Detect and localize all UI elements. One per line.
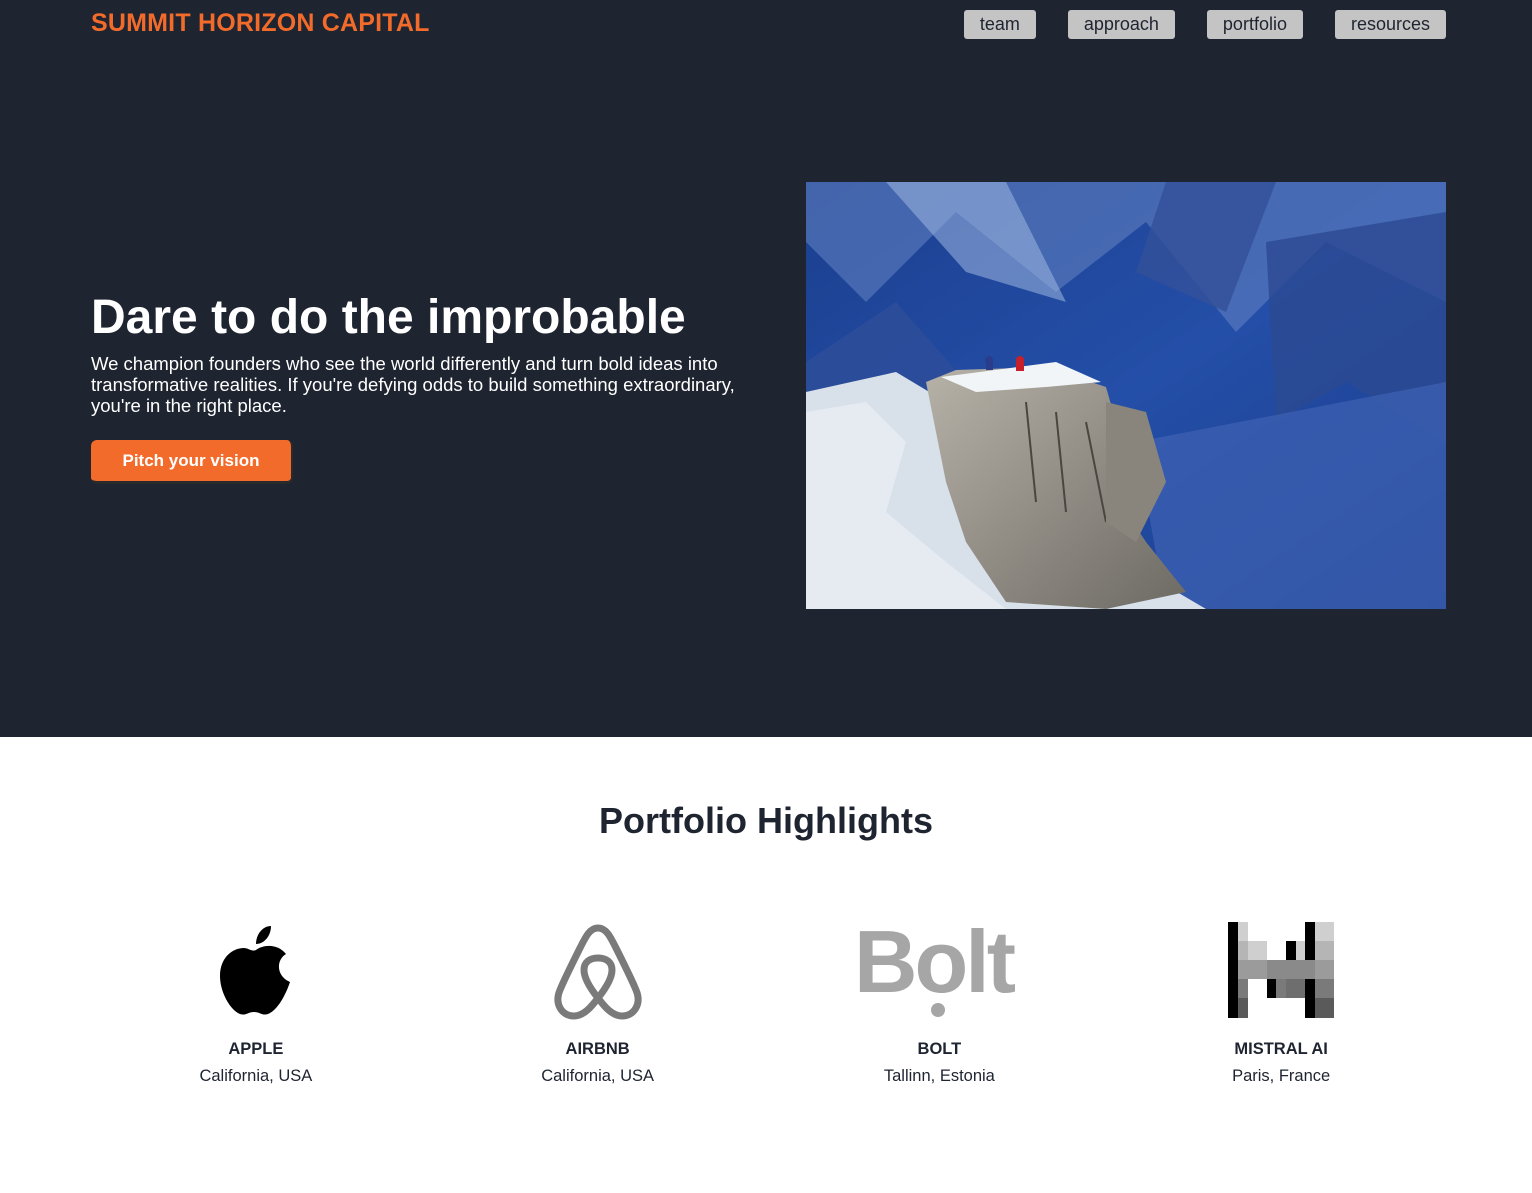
portfolio-companies: APPLE California, USA AIRBNB California,… <box>85 918 1452 1086</box>
company-name: AIRBNB <box>565 1040 630 1058</box>
bolt-logo-text: Bolt <box>854 920 1016 1011</box>
pitch-vision-button[interactable]: Pitch your vision <box>91 440 293 484</box>
portfolio-company-airbnb[interactable]: AIRBNB California, USA <box>427 918 769 1086</box>
main-nav: team approach portfolio resources <box>963 10 1446 39</box>
portfolio-highlights-title: Portfolio Highlights <box>599 800 933 841</box>
company-name: MISTRAL AI <box>1234 1040 1328 1058</box>
portfolio-company-mistral[interactable]: MISTRAL AI Paris, France <box>1110 918 1452 1086</box>
hero-mountain-image <box>806 182 1446 609</box>
apple-logo <box>216 918 296 1022</box>
company-location: California, USA <box>541 1067 655 1085</box>
nav-resources-button[interactable]: resources <box>1334 10 1446 39</box>
company-name: BOLT <box>917 1040 962 1058</box>
company-name: APPLE <box>228 1040 284 1058</box>
brand-logo[interactable]: SUMMIT HORIZON CAPITAL <box>91 9 430 38</box>
company-location: California, USA <box>199 1067 313 1085</box>
hero-section: SUMMIT HORIZON CAPITAL team approach por… <box>0 0 1532 737</box>
portfolio-company-bolt[interactable]: Bolt BOLT Tallinn, Estonia <box>769 918 1111 1086</box>
bolt-logo: Bolt <box>854 918 1024 1022</box>
company-location: Paris, France <box>1232 1067 1331 1085</box>
nav-approach-button[interactable]: approach <box>1067 10 1175 39</box>
portfolio-company-apple[interactable]: APPLE California, USA <box>85 918 427 1086</box>
nav-portfolio-button[interactable]: portfolio <box>1206 10 1303 39</box>
nav-team-button[interactable]: team <box>963 10 1036 39</box>
hero-lede: We champion founders who see the world d… <box>91 353 735 416</box>
hero-headline: Dare to do the improbable <box>91 291 686 344</box>
airbnb-logo <box>550 918 646 1022</box>
company-location: Tallinn, Estonia <box>883 1067 995 1085</box>
mistral-logo <box>1228 918 1335 1022</box>
